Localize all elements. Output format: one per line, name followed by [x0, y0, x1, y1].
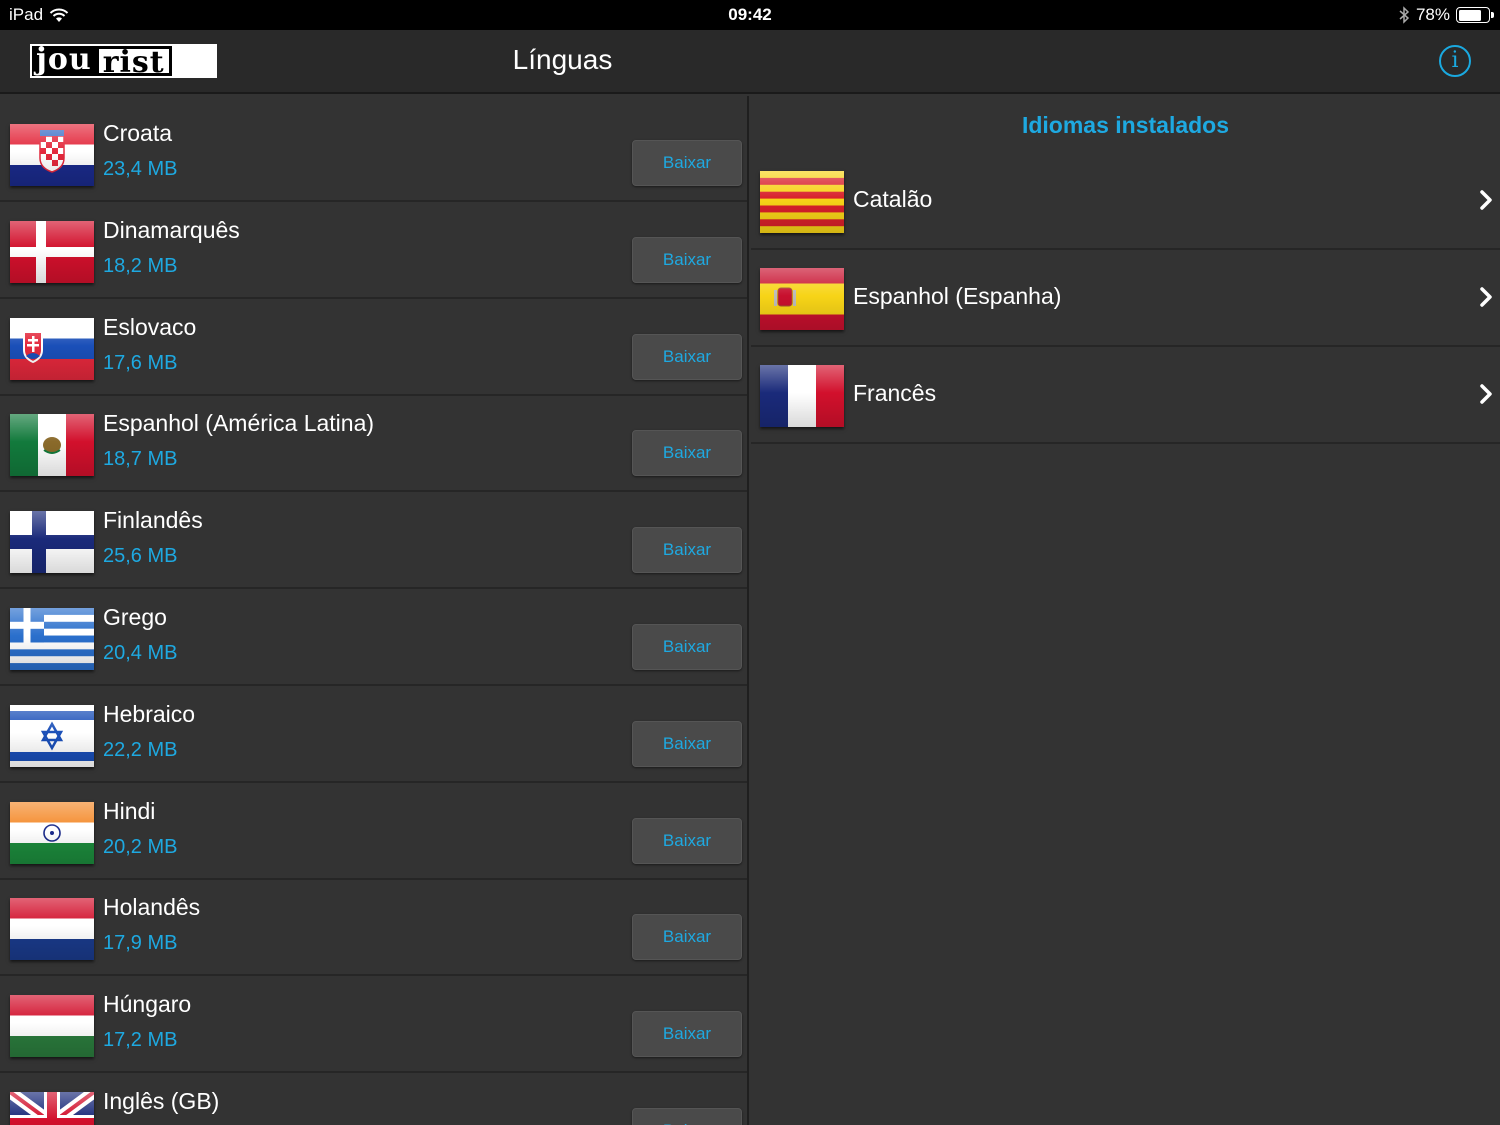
installed-language-name: Catalão [853, 186, 933, 212]
language-name: Inglês (GB) [103, 1088, 220, 1114]
language-name: Croata [103, 120, 173, 146]
language-row: Inglês (GB) Baixar [0, 1074, 747, 1125]
language-name: Hebraico [103, 700, 196, 727]
chevron-right-icon [1480, 383, 1492, 404]
language-size: 17,9 MB [103, 932, 178, 955]
language-row: Hindi 20,2 MB Baixar [0, 784, 747, 880]
download-button[interactable]: Baixar [632, 1108, 742, 1125]
language-name: Húngaro [103, 991, 192, 1018]
france-flag-icon [760, 364, 844, 427]
spain-flag-icon [760, 267, 844, 330]
language-name: Finlandês [103, 507, 203, 534]
language-size: 18,7 MB [103, 448, 178, 471]
status-right: 78% [1398, 5, 1494, 25]
info-icon: i [1451, 48, 1459, 73]
info-button[interactable]: i [1439, 45, 1471, 77]
language-name: Hindi [103, 797, 156, 824]
available-languages-list[interactable]: Croata 23,4 MB Baixar Dinamarquês 18,2 MB Bai… [0, 96, 749, 1125]
language-name: Holandês [103, 894, 201, 921]
hungary-flag-icon [10, 995, 94, 1058]
language-row: Holandês 17,9 MB Baixar [0, 880, 747, 977]
chevron-right-icon [1480, 287, 1492, 307]
language-size: 17,2 MB [103, 1029, 178, 1052]
installed-title: Idiomas instalados [1021, 112, 1230, 138]
language-row: Húngaro 17,2 MB Baixar [0, 977, 747, 1074]
download-button[interactable]: Baixar [632, 914, 742, 961]
language-row: Grego 20,4 MB Baixar [0, 590, 747, 686]
israel-flag-icon [10, 704, 94, 767]
installed-language-row[interactable]: Catalão [751, 154, 1500, 250]
language-size: 25,6 MB [103, 545, 178, 568]
installed-languages-panel: Idiomas instalados Catalão Espanhol (Espa… [751, 96, 1500, 1125]
language-name: Eslovaco [103, 313, 197, 340]
uk-flag-icon [10, 1092, 94, 1125]
status-time: 09:42 [728, 5, 772, 24]
nav-bar: jou rist Línguas i [0, 30, 1500, 94]
language-name: Dinamarquês [103, 216, 240, 243]
language-row: Espanhol (América Latina) 18,7 MB Baixar [0, 396, 747, 493]
chevron-right-icon [1480, 190, 1492, 210]
page-title: Línguas [512, 44, 613, 75]
battery-percent: 78% [1415, 5, 1450, 24]
language-row: Dinamarquês 18,2 MB Baixar [0, 203, 747, 299]
language-size: 22,2 MB [103, 738, 178, 761]
installed-language-name: Francês [853, 379, 937, 406]
greece-flag-icon [10, 608, 94, 670]
download-button[interactable]: Baixar [632, 430, 742, 477]
mexico-flag-icon [10, 414, 94, 477]
language-size: 18,2 MB [103, 254, 178, 277]
status-bar: iPad 09:42 78% [0, 0, 1500, 30]
download-button[interactable]: Baixar [632, 527, 742, 574]
language-size: 23,4 MB [103, 158, 178, 180]
denmark-flag-icon [10, 220, 94, 283]
finland-flag-icon [10, 511, 94, 574]
download-button[interactable]: Baixar [632, 140, 742, 186]
installed-language-row[interactable]: Francês [751, 348, 1500, 444]
india-flag-icon [10, 801, 94, 864]
language-name: Espanhol (América Latina) [103, 410, 375, 437]
download-button[interactable]: Baixar [632, 624, 742, 670]
installed-language-name: Espanhol (Espanha) [853, 282, 1062, 309]
language-size: 17,6 MB [103, 351, 178, 374]
language-row: Finlandês 25,6 MB Baixar [0, 493, 747, 590]
language-size: 20,2 MB [103, 835, 178, 858]
bluetooth-icon [1399, 6, 1410, 24]
download-button[interactable]: Baixar [632, 1011, 742, 1058]
language-row: Croata 23,4 MB Baixar [0, 106, 747, 202]
netherlands-flag-icon [10, 898, 94, 961]
catalonia-flag-icon [760, 171, 844, 233]
language-size: 20,4 MB [103, 642, 178, 664]
croatia-flag-icon [10, 124, 94, 186]
language-name: Grego [103, 604, 167, 630]
battery-icon [1456, 7, 1494, 23]
download-button[interactable]: Baixar [632, 817, 742, 864]
language-row: Hebraico 22,2 MB Baixar [0, 687, 747, 783]
installed-language-row[interactable]: Espanhol (Espanha) [751, 251, 1500, 347]
download-button[interactable]: Baixar [632, 236, 742, 283]
language-row: Eslovaco 17,6 MB Baixar [0, 300, 747, 396]
slovakia-flag-icon [10, 317, 94, 380]
download-button[interactable]: Baixar [632, 333, 742, 380]
download-button[interactable]: Baixar [632, 720, 742, 767]
